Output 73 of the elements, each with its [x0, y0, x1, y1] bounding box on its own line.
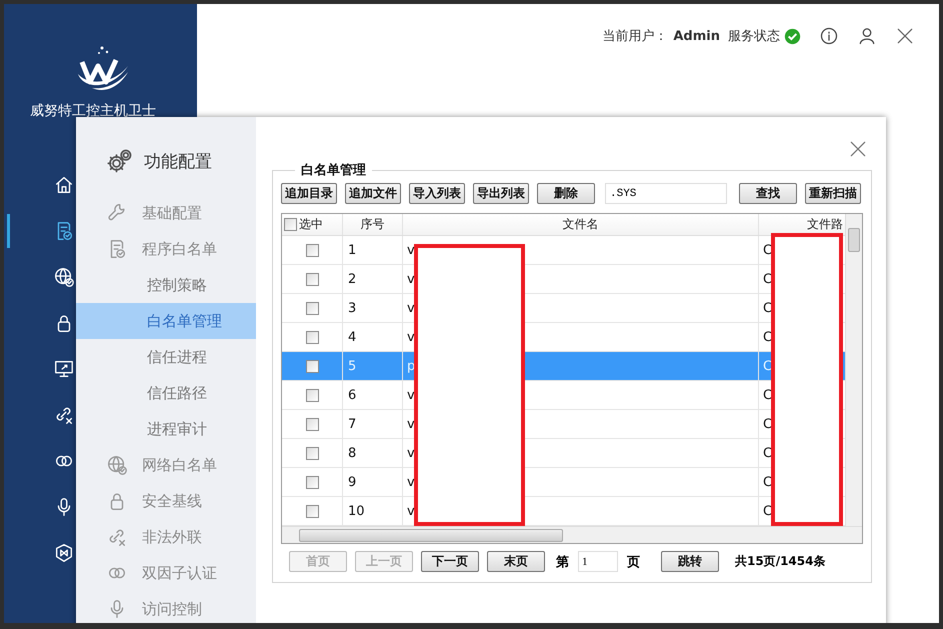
table-cell: v: [407, 330, 415, 344]
table-cell: 3: [348, 300, 356, 316]
info-icon[interactable]: [819, 26, 839, 46]
toolbar-button[interactable]: 追加文件: [345, 183, 401, 204]
pager-button[interactable]: 下一页: [421, 551, 479, 572]
toolbar-button[interactable]: 删除: [537, 183, 595, 204]
row-checkbox[interactable]: [306, 446, 318, 460]
monitor-icon[interactable]: [53, 358, 75, 380]
horizontal-scrollbar[interactable]: [282, 526, 862, 543]
toolbar-button[interactable]: 导入列表: [409, 183, 465, 204]
status-label: 服务状态: [728, 28, 780, 45]
table-cell: v: [407, 388, 415, 402]
menu-title: 功能配置: [144, 150, 212, 172]
globe-check-icon: [106, 454, 128, 476]
row-checkbox[interactable]: [306, 330, 318, 344]
toolbar-button[interactable]: 追加目录: [281, 183, 337, 204]
row-checkbox[interactable]: [306, 388, 318, 402]
column-header[interactable]: 选中: [282, 214, 343, 235]
gears-icon: [106, 147, 134, 175]
page-input[interactable]: 1: [578, 551, 618, 572]
table-cell: 2: [348, 272, 356, 286]
table-cell: v: [407, 242, 415, 258]
toolbar-button[interactable]: 查找: [739, 183, 797, 204]
row-checkbox[interactable]: [306, 302, 318, 314]
close-icon[interactable]: [848, 139, 868, 159]
select-all-checkbox[interactable]: [284, 218, 297, 231]
globe-check-icon[interactable]: [53, 266, 75, 288]
page-prefix: 第: [556, 554, 569, 570]
column-header[interactable]: 文件路: [759, 214, 845, 235]
table-cell: 9: [348, 474, 356, 490]
column-label: 选中: [299, 216, 323, 233]
section-title: 白名单管理: [300, 162, 367, 179]
shield-icon[interactable]: [53, 542, 75, 564]
column-header[interactable]: 文件名: [403, 214, 759, 235]
table-cell: 7: [348, 416, 356, 432]
row-checkbox[interactable]: [306, 418, 318, 430]
jump-button[interactable]: 跳转: [661, 551, 719, 572]
user-label: 当前用户：: [602, 28, 668, 45]
vertical-scrollbar[interactable]: [845, 214, 862, 526]
table-cell: v: [407, 474, 415, 490]
table-cell: v: [407, 416, 415, 432]
close-icon[interactable]: [895, 26, 915, 46]
row-checkbox[interactable]: [306, 244, 318, 256]
table-cell: v: [407, 300, 415, 316]
row-checkbox[interactable]: [306, 272, 318, 286]
submenu-item[interactable]: 进程审计: [76, 411, 256, 447]
table-cell: 8: [348, 446, 356, 460]
app-title: 威努特工控主机卫士: [30, 102, 156, 120]
row-checkbox[interactable]: [306, 476, 318, 488]
table-cell: v: [407, 446, 415, 460]
submenu-item[interactable]: 信任路径: [76, 375, 256, 411]
row-checkbox[interactable]: [306, 360, 318, 372]
page-summary: 共15页/1454条: [735, 553, 826, 570]
user-name: Admin: [673, 28, 720, 44]
column-header[interactable]: 序号: [343, 214, 403, 235]
search-field[interactable]: .SYS: [605, 183, 727, 204]
table-cell: 4: [348, 330, 356, 344]
table-cell: v: [407, 504, 415, 518]
page-suffix: 页: [627, 554, 640, 570]
table-cell: 1: [348, 242, 356, 258]
submenu-item[interactable]: 控制策略: [76, 267, 256, 303]
table-cell: v: [407, 272, 415, 286]
home-icon[interactable]: [53, 174, 75, 196]
submenu-item[interactable]: 信任进程: [76, 339, 256, 375]
pager-button[interactable]: 末页: [487, 551, 545, 572]
user-icon[interactable]: [857, 26, 877, 46]
active-indicator: [7, 214, 10, 248]
table-cell: 6: [348, 388, 356, 402]
toolbar-button[interactable]: 重新扫描: [805, 183, 861, 204]
toolbar-button[interactable]: 导出列表: [473, 183, 529, 204]
table-cell: 10: [348, 504, 365, 518]
table-cell: 5: [348, 358, 356, 374]
row-checkbox[interactable]: [306, 504, 318, 518]
